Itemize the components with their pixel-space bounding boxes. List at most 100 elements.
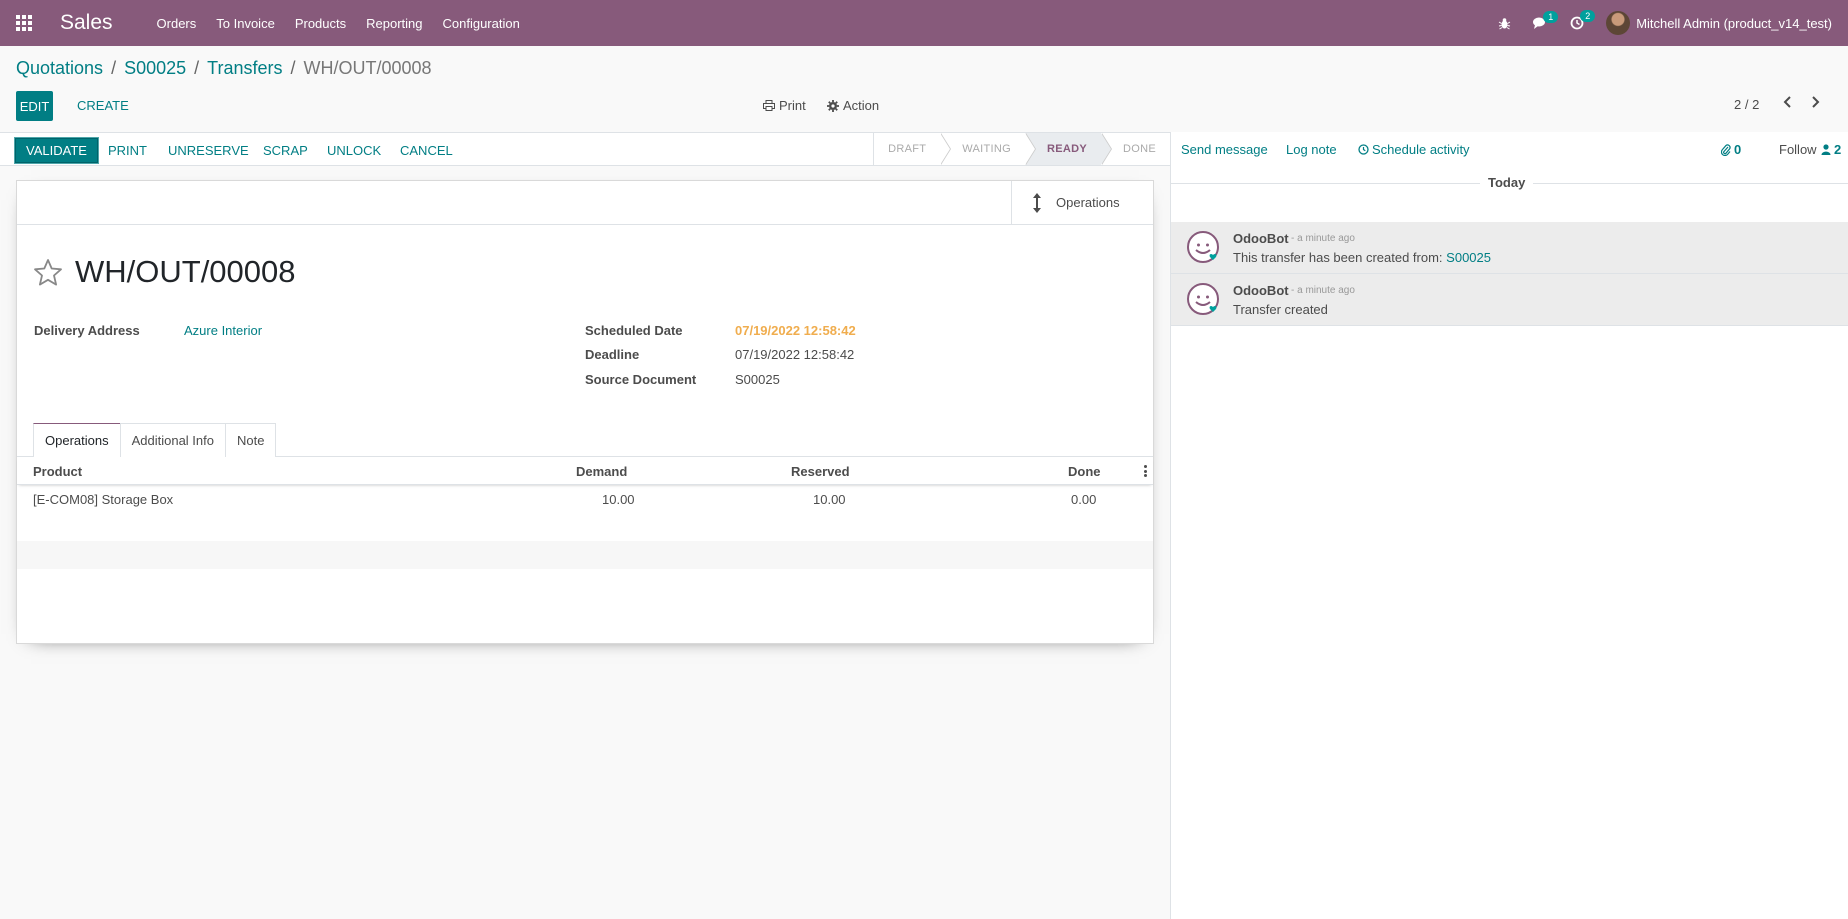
message-author[interactable]: OdooBot	[1233, 231, 1289, 246]
table-row[interactable]: [E-COM08] Storage Box 10.00 10.00 0.00	[17, 485, 1153, 513]
validate-button[interactable]: VALIDATE	[15, 138, 98, 163]
form-statusbar: VALIDATE PRINT UNRESERVE SCRAP UNLOCK CA…	[0, 132, 1170, 166]
scrap-button[interactable]: SCRAP	[263, 143, 308, 158]
attachments-button[interactable]: 0	[1721, 142, 1741, 157]
table-header: Product Demand Reserved Done	[17, 457, 1153, 485]
date-separator: Today	[1480, 175, 1534, 190]
print-label: Print	[779, 98, 806, 113]
top-navbar: Sales Orders To Invoice Products Reporti…	[0, 0, 1848, 46]
menu-products[interactable]: Products	[295, 16, 346, 31]
unreserve-button[interactable]: UNRESERVE	[168, 143, 249, 158]
followers-count: 2	[1834, 142, 1842, 157]
cancel-button[interactable]: CANCEL	[400, 143, 453, 158]
stage-pipeline: DRAFT WAITING READY DONE	[873, 133, 1170, 165]
message-body: This transfer has been created from: S00…	[1233, 250, 1491, 265]
optional-columns-icon[interactable]	[1144, 465, 1147, 477]
odoobot-avatar[interactable]	[1187, 283, 1221, 320]
activities-icon[interactable]: 2	[1570, 10, 1596, 30]
delivery-address-link[interactable]: Azure Interior	[184, 323, 262, 338]
notebook-tabs: Operations Additional Info Note	[33, 423, 277, 457]
paperclip-icon	[1721, 143, 1731, 156]
tab-operations[interactable]: Operations	[33, 423, 121, 457]
operations-smart-label: Operations	[1056, 195, 1120, 210]
stage-ready: READY	[1025, 133, 1113, 165]
operations-table: Product Demand Reserved Done [E-COM08] S…	[17, 457, 1153, 569]
pager-next-icon[interactable]	[1810, 95, 1820, 112]
scheduled-date-value: 07/19/2022 12:58:42	[735, 323, 856, 338]
menu-configuration[interactable]: Configuration	[443, 16, 520, 31]
attachments-count: 0	[1734, 142, 1742, 157]
chatter-topbar: Send message Log note Schedule activity …	[1171, 132, 1848, 166]
message-date: - a minute ago	[1291, 285, 1355, 296]
star-icon[interactable]	[33, 258, 63, 287]
messages-icon[interactable]: 1	[1533, 10, 1559, 30]
activities-count-badge: 2	[1580, 10, 1596, 22]
scheduled-date-label: Scheduled Date	[585, 323, 683, 338]
menu-to-invoice[interactable]: To Invoice	[216, 16, 275, 31]
log-note-button[interactable]: Log note	[1286, 142, 1337, 157]
message-body: Transfer created	[1233, 302, 1328, 317]
smart-button-box: Operations	[17, 181, 1153, 225]
stage-waiting: WAITING	[940, 133, 1036, 165]
print-dropdown[interactable]: Print	[763, 98, 806, 113]
followers-button[interactable]: 2	[1821, 142, 1841, 157]
schedule-activity-button[interactable]: Schedule activity	[1358, 142, 1470, 157]
print-button[interactable]: PRINT	[108, 143, 147, 158]
breadcrumb-quotations[interactable]: Quotations	[16, 58, 103, 78]
column-product[interactable]: Product	[33, 464, 82, 479]
app-name[interactable]: Sales	[60, 11, 113, 35]
source-document-value: S00025	[735, 372, 780, 387]
breadcrumb-current: WH/OUT/00008	[303, 58, 432, 78]
stage-draft: DRAFT	[874, 133, 952, 165]
send-message-button[interactable]: Send message	[1181, 142, 1268, 157]
apps-menu-icon[interactable]	[16, 15, 34, 31]
chatter-message: OdooBot - a minute ago Transfer created	[1171, 274, 1848, 326]
breadcrumb-sale-order[interactable]: S00025	[124, 58, 186, 78]
source-document-label: Source Document	[585, 372, 697, 387]
tab-note[interactable]: Note	[225, 423, 277, 457]
navbar-systray: 1 2 Mitchell Admin (product_v14_test)	[1498, 0, 1832, 46]
action-dropdown[interactable]: Action	[827, 98, 879, 113]
column-demand[interactable]: Demand	[576, 464, 627, 479]
table-row-empty	[17, 541, 1153, 569]
debug-icon[interactable]	[1498, 17, 1511, 30]
message-author[interactable]: OdooBot	[1233, 283, 1289, 298]
delivery-address-label: Delivery Address	[34, 323, 140, 338]
deadline-label: Deadline	[585, 347, 640, 362]
column-done[interactable]: Done	[1068, 464, 1101, 479]
cell-demand: 10.00	[602, 492, 635, 507]
follow-button[interactable]: Follow	[1779, 142, 1817, 157]
user-avatar[interactable]	[1606, 11, 1631, 35]
title-row: WH/OUT/00008	[33, 254, 296, 290]
cell-done: 0.00	[1071, 492, 1097, 507]
cell-reserved: 10.00	[813, 492, 846, 507]
message-source-link[interactable]: S00025	[1446, 250, 1491, 265]
create-button[interactable]: CREATE	[77, 98, 129, 113]
user-menu[interactable]: Mitchell Admin (product_v14_test)	[1636, 16, 1832, 31]
breadcrumb: Quotations / S00025/Transfers / WH/OUT/00008	[16, 58, 432, 78]
cell-product: [E-COM08] Storage Box	[33, 492, 174, 507]
breadcrumb-transfers[interactable]: Transfers	[207, 58, 282, 78]
unlock-button[interactable]: UNLOCK	[327, 143, 381, 158]
gear-icon	[827, 99, 839, 112]
clock-icon	[1358, 144, 1369, 155]
user-icon	[1821, 144, 1831, 155]
menu-orders[interactable]: Orders	[157, 16, 197, 31]
chatter: Send message Log note Schedule activity …	[1170, 132, 1848, 919]
menu-reporting[interactable]: Reporting	[366, 16, 422, 31]
column-reserved[interactable]: Reserved	[791, 464, 850, 479]
tab-additional-info[interactable]: Additional Info	[119, 423, 226, 457]
pager-previous-icon[interactable]	[1783, 95, 1793, 112]
pager-value[interactable]: 2 / 2	[1734, 97, 1759, 112]
deadline-value: 07/19/2022 12:58:42	[735, 347, 855, 362]
record-title: WH/OUT/00008	[75, 254, 296, 289]
operations-smart-button[interactable]: Operations	[1011, 181, 1153, 224]
chatter-message: OdooBot - a minute ago This transfer has…	[1171, 222, 1848, 274]
odoobot-avatar[interactable]	[1187, 231, 1221, 268]
action-label: Action	[843, 98, 880, 113]
print-icon	[763, 100, 775, 111]
table-row-empty	[17, 513, 1153, 541]
schedule-activity-label: Schedule activity	[1372, 142, 1470, 157]
form-sheet: Operations WH/OUT/00008 Delivery Address…	[16, 180, 1154, 644]
edit-button[interactable]: EDIT	[16, 91, 53, 121]
